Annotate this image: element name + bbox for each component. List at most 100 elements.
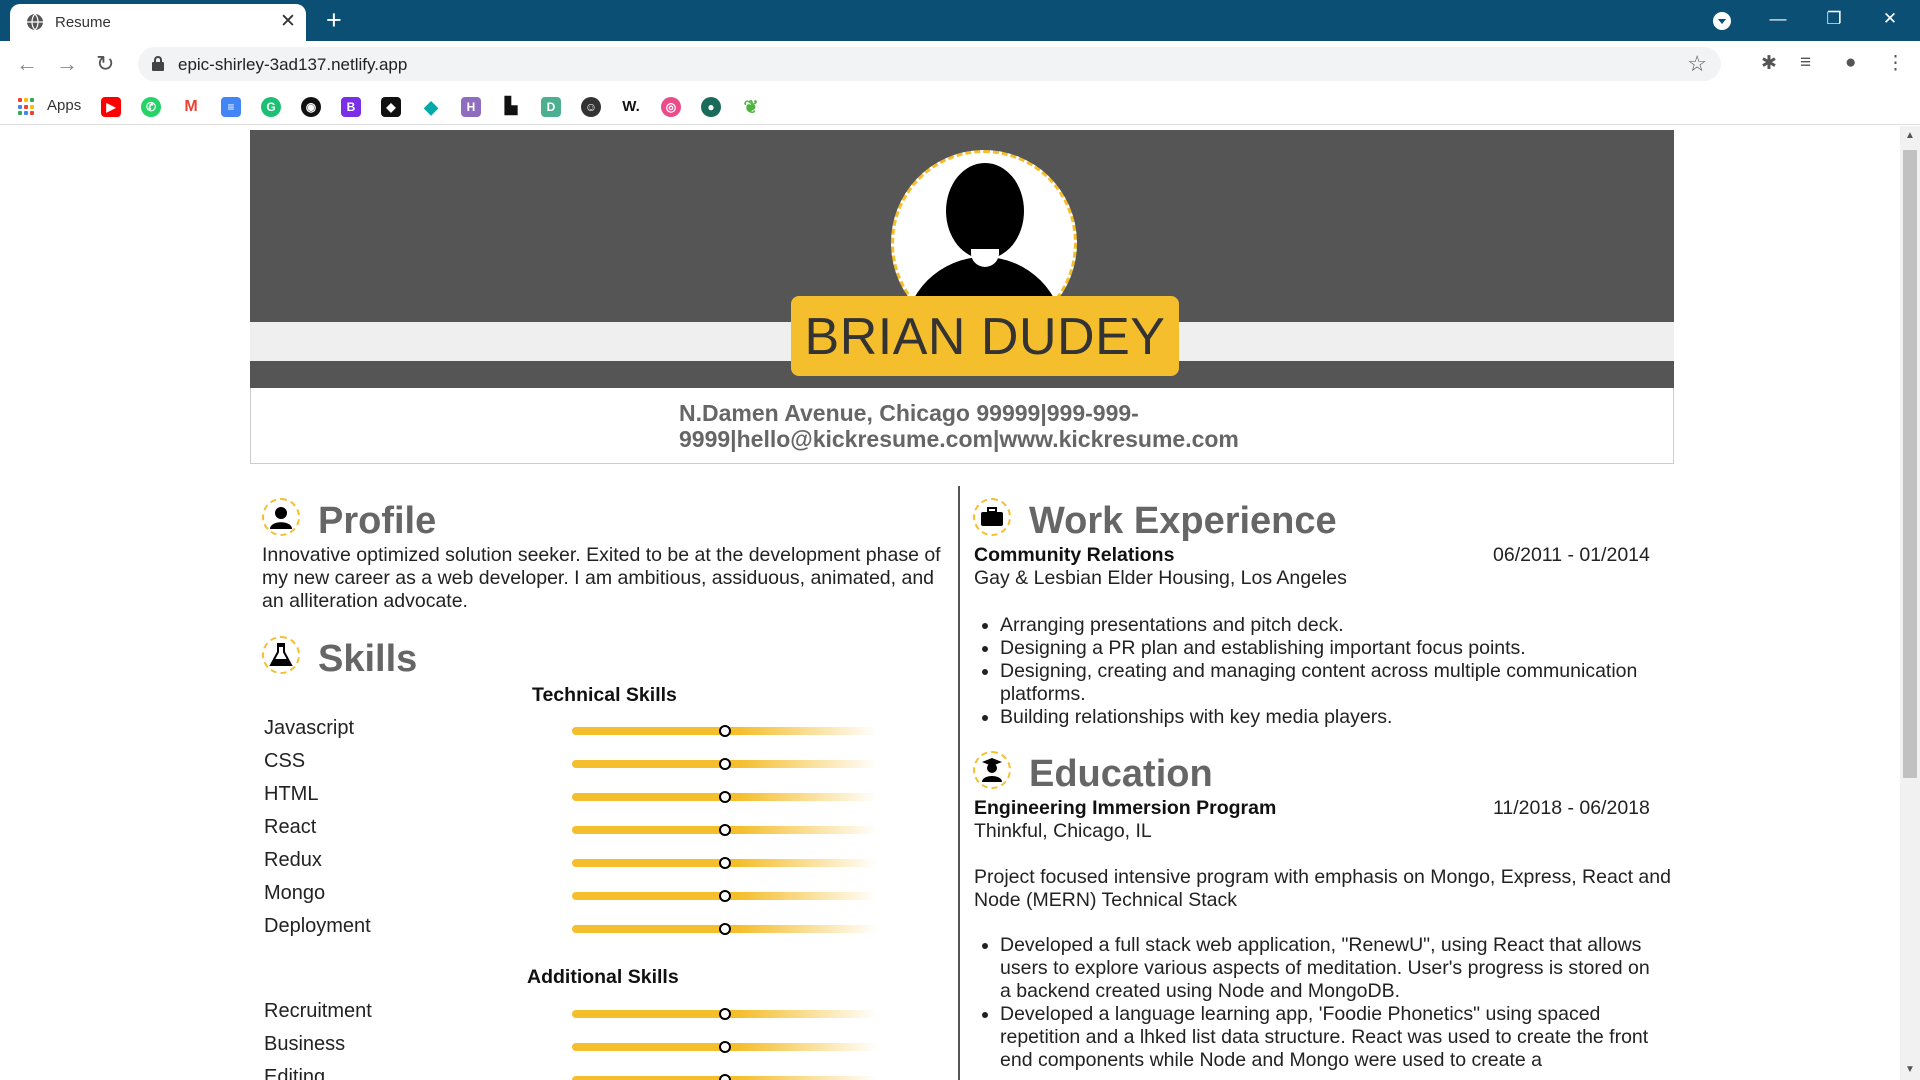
- skill-level-knob: [718, 1008, 731, 1020]
- close-tab-icon[interactable]: ✕: [280, 10, 296, 33]
- restore-icon[interactable]: ❐: [1806, 0, 1862, 41]
- back-icon[interactable]: ←: [16, 51, 38, 77]
- bookmarks-bar: Apps ▶ ✆ M ≡ G ◉ B ◆ ◆ H ▙ D ☺ W. ◎ ● ❦: [0, 87, 1920, 125]
- forward-icon[interactable]: →: [56, 51, 78, 77]
- skill-level-bar: [572, 725, 877, 737]
- skill-level-knob: [718, 923, 731, 935]
- profile-heading: Profile: [318, 500, 437, 542]
- bookmark-star-icon[interactable]: ☆: [1687, 51, 1707, 77]
- close-window-icon[interactable]: ✕: [1862, 0, 1918, 41]
- list-item: Building relationships with key media pl…: [1000, 706, 1665, 729]
- skill-name: Deployment: [264, 915, 371, 937]
- profile-text: Innovative optimized solution seeker. Ex…: [262, 544, 941, 612]
- github-bookmark-icon[interactable]: ◉: [301, 97, 321, 117]
- education-heading: Education: [1029, 753, 1213, 795]
- skill-level-bar: [572, 758, 877, 770]
- skill-name: Editing: [264, 1066, 326, 1080]
- grammarly-bookmark-icon[interactable]: G: [261, 97, 281, 117]
- list-item: Designing, creating and managing content…: [1000, 660, 1665, 706]
- graduate-icon: [973, 751, 1011, 789]
- reading-list-icon[interactable]: ≡: [1800, 52, 1811, 74]
- mongodb-leaf-icon[interactable]: ❦: [741, 97, 761, 117]
- contact-text: N.Damen Avenue, Chicago 99999|999-999-99…: [679, 400, 1239, 452]
- skill-level-knob: [718, 1041, 731, 1053]
- name-banner: BRIAN DUDEY: [791, 296, 1179, 376]
- teal-bookmark-icon[interactable]: ●: [701, 97, 721, 117]
- skill-level-knob: [718, 824, 731, 836]
- list-item: Developed a full stack web application, …: [1000, 934, 1665, 1003]
- tab-title: Resume: [55, 14, 111, 31]
- skill-level-bar: [572, 1041, 877, 1053]
- menu-icon[interactable]: ⋮: [1886, 52, 1905, 75]
- codepen-bookmark-icon[interactable]: ◆: [381, 97, 401, 117]
- list-item: Designing a PR plan and establishing imp…: [1000, 637, 1665, 660]
- bootstrap-bookmark-icon[interactable]: B: [341, 97, 361, 117]
- column-divider: [958, 486, 960, 1080]
- diamond-bookmark-icon[interactable]: ◆: [421, 97, 441, 117]
- technical-skills-heading: Technical Skills: [532, 684, 677, 706]
- dash-bookmark-icon[interactable]: D: [541, 97, 561, 117]
- dribbble-bookmark-icon[interactable]: ◎: [661, 97, 681, 117]
- skill-level-knob: [718, 857, 731, 869]
- tab-search-icon[interactable]: [1713, 12, 1731, 30]
- resume-header: BRIAN DUDEY: [250, 130, 1674, 388]
- work-organization: Gay & Lesbian Elder Housing, Los Angeles: [974, 567, 1347, 589]
- briefcase-icon: [973, 498, 1011, 536]
- skill-name: React: [264, 816, 317, 838]
- wikipedia-bookmark-icon[interactable]: W.: [621, 97, 641, 117]
- education-program: Engineering Immersion Program: [974, 797, 1277, 819]
- skill-level-knob: [718, 791, 731, 803]
- skill-level-bar: [572, 857, 877, 869]
- gmail-bookmark-icon[interactable]: M: [181, 97, 201, 117]
- skill-level-knob: [718, 890, 731, 902]
- skill-name: CSS: [264, 750, 306, 772]
- skill-level-bar: [572, 1008, 877, 1020]
- whatsapp-bookmark-icon[interactable]: ✆: [141, 97, 161, 117]
- globe-icon: [27, 13, 43, 31]
- skill-name: Redux: [264, 849, 322, 871]
- skill-level-knob: [718, 758, 731, 770]
- unsplash-bookmark-icon[interactable]: ▙: [501, 97, 521, 117]
- skills-heading: Skills: [318, 638, 418, 680]
- page-scrollbar[interactable]: ▲ ▼: [1900, 126, 1920, 1080]
- docs-bookmark-icon[interactable]: ≡: [221, 97, 241, 117]
- minimize-icon[interactable]: —: [1750, 0, 1806, 41]
- education-dates: 11/2018 - 06/2018: [1493, 797, 1650, 819]
- apps-label: Apps: [47, 97, 82, 114]
- bitmoji-bookmark-icon[interactable]: ☺: [581, 97, 601, 117]
- list-item: Arranging presentations and pitch deck.: [1000, 614, 1665, 637]
- list-item: Developed a language learning app, 'Food…: [1000, 1003, 1665, 1072]
- skill-level-bar: [572, 791, 877, 803]
- work-bullets: Arranging presentations and pitch deck. …: [975, 614, 1665, 729]
- youtube-bookmark-icon[interactable]: ▶: [101, 97, 121, 117]
- education-summary: Project focused intensive program with e…: [974, 866, 1671, 911]
- profile-person-icon: [262, 498, 300, 536]
- scroll-up-icon[interactable]: ▲: [1905, 130, 1915, 141]
- url-text: epic-shirley-3ad137.netlify.app: [178, 55, 408, 74]
- address-bar[interactable]: epic-shirley-3ad137.netlify.app ☆: [138, 47, 1721, 81]
- page-viewport: BRIAN DUDEY N.Damen Avenue, Chicago 9999…: [0, 126, 1900, 1080]
- scroll-down-icon[interactable]: ▼: [1905, 1064, 1915, 1075]
- work-heading: Work Experience: [1029, 500, 1337, 542]
- skill-name: Recruitment: [264, 1000, 372, 1022]
- skill-level-knob: [718, 725, 731, 737]
- contact-info: N.Damen Avenue, Chicago 99999|999-999-99…: [250, 388, 1674, 464]
- tab-resume[interactable]: Resume ✕: [10, 4, 306, 41]
- skill-level-bar: [572, 890, 877, 902]
- avatar-icon[interactable]: ●: [1845, 52, 1856, 74]
- skill-name: Mongo: [264, 882, 326, 904]
- new-tab-button[interactable]: +: [326, 5, 342, 35]
- skill-name: Business: [264, 1033, 346, 1055]
- scrollbar-thumb[interactable]: [1903, 150, 1917, 778]
- lock-icon: [152, 56, 164, 71]
- extensions-icon[interactable]: ✱: [1761, 52, 1777, 75]
- reload-icon[interactable]: ↻: [96, 51, 114, 77]
- skill-level-bar: [572, 923, 877, 935]
- skill-level-bar: [572, 824, 877, 836]
- apps-grid-icon[interactable]: [18, 98, 36, 116]
- work-dates: 06/2011 - 01/2014: [1493, 544, 1650, 566]
- education-bullets: Developed a full stack web application, …: [975, 934, 1665, 1072]
- tab-strip: Resume ✕ + — ❐ ✕: [0, 0, 1920, 41]
- heroku-bookmark-icon[interactable]: H: [461, 97, 481, 117]
- additional-skills-heading: Additional Skills: [527, 966, 679, 988]
